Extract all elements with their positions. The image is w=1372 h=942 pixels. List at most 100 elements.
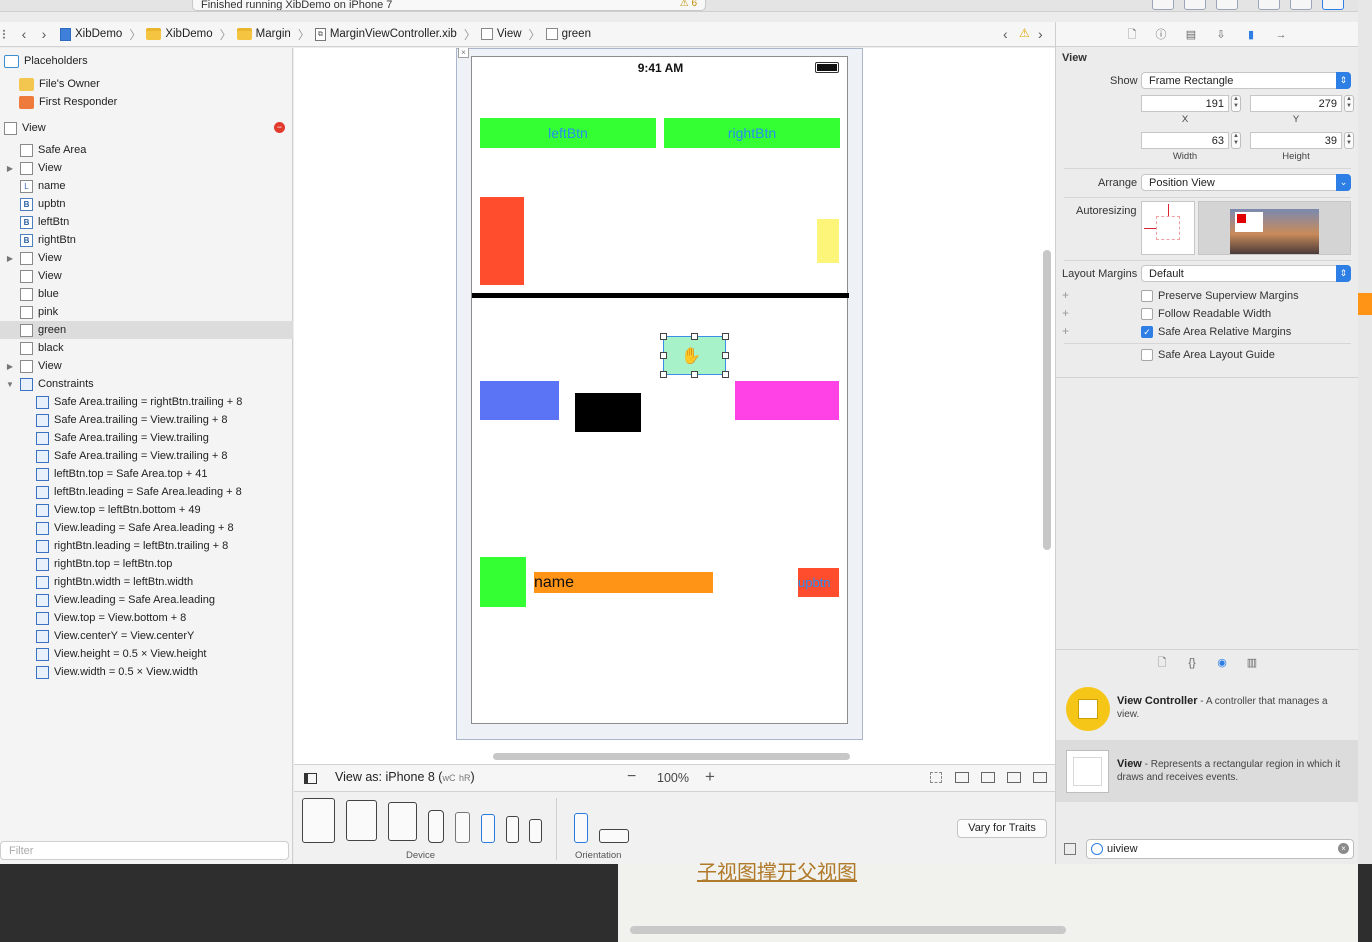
forward-button[interactable]: ›	[34, 26, 54, 42]
align-icon[interactable]	[981, 772, 995, 783]
constraint-item[interactable]: leftBtn.top = Safe Area.top + 41	[0, 465, 293, 483]
version-editor-icon[interactable]	[1216, 0, 1238, 10]
clear-search-icon[interactable]: ×	[1338, 843, 1349, 854]
update-frames-icon[interactable]	[930, 772, 942, 783]
iphone-4s-device[interactable]	[529, 819, 542, 843]
utilities-toggle-icon[interactable]	[1322, 0, 1344, 10]
breadcrumb-file[interactable]: ⧉ MarginViewController.xib	[314, 27, 457, 41]
safe-area-margins-checkbox[interactable]: ✓	[1141, 326, 1153, 338]
code-snippet-icon[interactable]: {}	[1185, 656, 1199, 670]
outline-item-root-view[interactable]: View −	[0, 119, 293, 137]
device-screen[interactable]: 9:41 AM leftBtn rightBtn ✋ name upbtn	[471, 56, 849, 724]
zoom-in-button[interactable]: +	[705, 767, 715, 787]
constraint-item[interactable]: rightBtn.width = leftBtn.width	[0, 573, 293, 591]
add-variation-button[interactable]: +	[1062, 306, 1069, 320]
library-item-view-controller[interactable]: View Controller - A controller that mana…	[1056, 682, 1358, 740]
close-icon[interactable]: ×	[458, 48, 469, 58]
breadcrumb-selected[interactable]: green	[545, 28, 591, 40]
pink-view[interactable]	[735, 381, 839, 420]
file-inspector-icon[interactable]: 🗋	[1125, 28, 1139, 42]
y-stepper[interactable]: ▲ ▼	[1344, 95, 1354, 112]
resolve-issues-icon[interactable]	[1033, 772, 1047, 783]
resize-handle[interactable]	[660, 333, 667, 340]
autoresizing-mask-control[interactable]	[1141, 201, 1195, 255]
file-template-icon[interactable]: 🗋	[1155, 656, 1169, 670]
next-issue-button[interactable]: ›	[1038, 26, 1043, 42]
iphone-8-plus-device[interactable]	[455, 812, 470, 843]
connections-inspector-icon[interactable]: →	[1274, 28, 1288, 42]
library-item-view[interactable]: View - Represents a rectangular region i…	[1056, 740, 1358, 802]
outline-toggle-icon[interactable]	[304, 773, 317, 784]
constraint-item[interactable]: View.top = leftBtn.bottom + 49	[0, 501, 293, 519]
outline-item[interactable]: ▶ View	[0, 159, 293, 177]
left-button[interactable]: leftBtn	[480, 118, 656, 148]
constraint-item[interactable]: Safe Area.trailing = rightBtn.trailing +…	[0, 393, 293, 411]
ipad-pro-10-device[interactable]	[346, 800, 377, 841]
outline-item[interactable]: BleftBtn	[0, 213, 293, 231]
outline-item[interactable]: blue	[0, 285, 293, 303]
yellow-view[interactable]	[817, 219, 839, 263]
outline-item[interactable]: View	[0, 267, 293, 285]
view-as-label[interactable]: View as: iPhone 8 (wC hR)	[335, 770, 475, 784]
y-field[interactable]: 279	[1250, 95, 1342, 112]
warning-icon[interactable]: ⚠	[1019, 26, 1030, 40]
resize-handle[interactable]	[691, 333, 698, 340]
outline-item[interactable]: Safe Area	[0, 141, 293, 159]
portrait-orientation[interactable]	[574, 813, 588, 843]
add-variation-button[interactable]: +	[1062, 324, 1069, 338]
resize-handle[interactable]	[722, 371, 729, 378]
iphone-x-device[interactable]	[428, 810, 444, 843]
constraint-item[interactable]: View.leading = Safe Area.leading + 8	[0, 519, 293, 537]
breadcrumb-group[interactable]: XibDemo	[146, 28, 213, 40]
attributes-inspector-icon[interactable]: ⇩	[1214, 28, 1228, 42]
constraint-item[interactable]: Safe Area.trailing = View.trailing	[0, 429, 293, 447]
error-badge-icon[interactable]: −	[274, 122, 285, 133]
red-view[interactable]	[480, 197, 524, 285]
breadcrumb-view[interactable]: View	[480, 28, 522, 40]
disclosure-icon[interactable]: ▶	[5, 254, 15, 263]
constraint-item[interactable]: View.centerY = View.centerY	[0, 627, 293, 645]
disclosure-icon[interactable]: ▼	[5, 380, 15, 389]
height-stepper[interactable]: ▲ ▼	[1344, 132, 1354, 149]
resize-handle[interactable]	[660, 371, 667, 378]
breadcrumb-project[interactable]: XibDemo	[60, 27, 122, 41]
canvas-vertical-scrollbar[interactable]	[1043, 250, 1051, 550]
constraint-item[interactable]: View.leading = Safe Area.leading	[0, 591, 293, 609]
embed-in-stack-icon[interactable]	[955, 772, 969, 783]
top-strut[interactable]	[1168, 204, 1169, 216]
up-button[interactable]: upbtn	[798, 568, 839, 597]
resize-handle[interactable]	[691, 371, 698, 378]
outline-item[interactable]: green	[0, 321, 293, 339]
iphone-se-device[interactable]	[506, 816, 519, 843]
x-field[interactable]: 191	[1141, 95, 1229, 112]
constraint-item[interactable]: View.height = 0.5 × View.height	[0, 645, 293, 663]
outline-item[interactable]: black	[0, 339, 293, 357]
ipad-device[interactable]	[388, 802, 417, 841]
outline-item[interactable]: Lname	[0, 177, 293, 195]
constraint-item[interactable]: leftBtn.leading = Safe Area.leading + 8	[0, 483, 293, 501]
x-stepper[interactable]: ▲ ▼	[1231, 95, 1241, 112]
disclosure-icon[interactable]: ▶	[5, 362, 15, 371]
interface-builder-canvas[interactable]: × 9:41 AM leftBtn rightBtn ✋ name upbtn	[294, 48, 1055, 764]
standard-editor-icon[interactable]	[1152, 0, 1174, 10]
outline-item[interactable]: ▶ View	[0, 357, 293, 375]
layout-margins-popup[interactable]: Default ⇕	[1141, 265, 1351, 282]
resize-handle[interactable]	[660, 352, 667, 359]
width-stepper[interactable]: ▲ ▼	[1231, 132, 1241, 149]
debug-toggle-icon[interactable]	[1290, 0, 1312, 10]
left-strut[interactable]	[1144, 228, 1156, 229]
safe-area-guide-checkbox[interactable]	[1141, 349, 1153, 361]
media-library-icon[interactable]: ▥	[1245, 656, 1259, 670]
constraint-item[interactable]: View.top = View.bottom + 8	[0, 609, 293, 627]
library-search-field[interactable]: uiview ×	[1086, 839, 1354, 859]
back-button[interactable]: ‹	[14, 26, 34, 42]
outline-item[interactable]: ▶ View	[0, 249, 293, 267]
prev-issue-button[interactable]: ‹	[1003, 26, 1008, 42]
object-library-icon[interactable]: ◉	[1215, 656, 1229, 670]
green-view-selected[interactable]: ✋	[660, 333, 729, 378]
black-view[interactable]	[575, 393, 641, 432]
constraint-item[interactable]: Safe Area.trailing = View.trailing + 8	[0, 411, 293, 429]
warning-count[interactable]: ⚠ 6	[680, 0, 697, 9]
help-inspector-icon[interactable]: ⓘ	[1154, 28, 1168, 42]
arrange-popup[interactable]: Position View ⌄	[1141, 174, 1351, 191]
